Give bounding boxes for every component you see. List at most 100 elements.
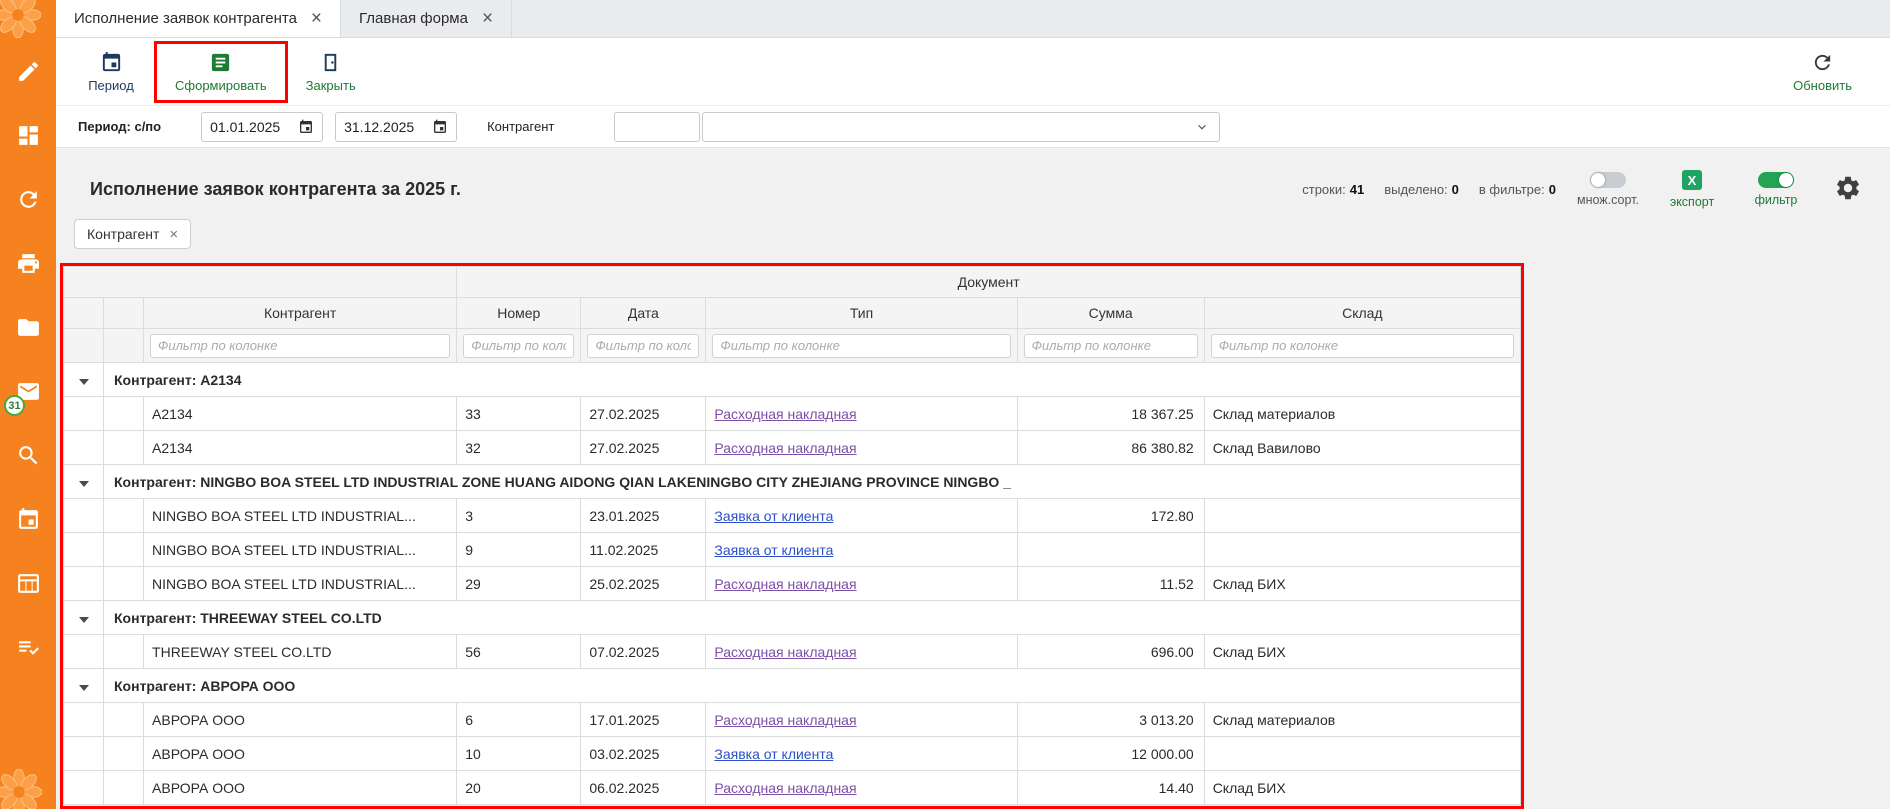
modules-icon[interactable] (11, 118, 45, 152)
table-row[interactable]: А21343327.02.2025Расходная накладная18 3… (64, 397, 1521, 431)
date-to-input[interactable]: 31.12.2025 (335, 112, 457, 142)
close-button-label: Закрыть (306, 78, 356, 93)
row-select-cell (104, 567, 144, 601)
col-header-counterparty[interactable]: Контрагент (144, 298, 457, 329)
calendar-icon[interactable] (298, 119, 314, 135)
gear-icon[interactable] (1834, 174, 1862, 202)
date-cell: 03.02.2025 (581, 737, 706, 771)
warehouse-cell: Склад материалов (1204, 397, 1520, 431)
tasks-icon[interactable] (11, 630, 45, 664)
header-corner-cell (64, 267, 457, 298)
date-from-input[interactable]: 01.01.2025 (201, 112, 323, 142)
counterparty-cell: NINGBO BOA STEEL LTD INDUSTRIAL... (144, 567, 457, 601)
chip-remove-icon[interactable]: × (169, 227, 178, 242)
col-header-sum[interactable]: Сумма (1017, 298, 1204, 329)
date-to-value: 31.12.2025 (344, 119, 414, 135)
group-collapse-toggle[interactable] (64, 669, 104, 703)
sum-cell: 11.52 (1017, 567, 1204, 601)
close-door-icon (319, 51, 342, 74)
doc-type-link[interactable]: Расходная накладная (714, 576, 856, 592)
counterparty-cell: АВРОРА ООО (144, 703, 457, 737)
warehouse-cell: Склад БИХ (1204, 635, 1520, 669)
folder-icon[interactable] (11, 310, 45, 344)
refresh-button[interactable]: Обновить (1785, 47, 1860, 97)
search-icon[interactable] (11, 438, 45, 472)
doc-type-link[interactable]: Расходная накладная (714, 712, 856, 728)
doc-type-link[interactable]: Заявка от клиента (714, 542, 833, 558)
doc-type-link[interactable]: Расходная накладная (714, 440, 856, 456)
table-row[interactable]: NINGBO BOA STEEL LTD INDUSTRIAL...2925.0… (64, 567, 1521, 601)
counterparty-column-filter-input[interactable] (150, 334, 450, 358)
counterparty-code-input[interactable] (614, 112, 700, 142)
tab-main-form[interactable]: Главная форма × (341, 0, 512, 37)
period-button[interactable]: Период (78, 47, 144, 97)
counterparty-filter-chip[interactable]: Контрагент × (74, 219, 191, 249)
rows-count: строки:41 (1302, 182, 1364, 197)
multisort-toggle[interactable]: множ.сорт. (1576, 172, 1640, 207)
table-row[interactable]: NINGBO BOA STEEL LTD INDUSTRIAL...911.02… (64, 533, 1521, 567)
warehouse-cell (1204, 737, 1520, 771)
calendar-icon[interactable] (11, 502, 45, 536)
number-cell: 33 (457, 397, 581, 431)
mail-icon[interactable]: 31 (11, 374, 45, 408)
group-row: Контрагент: NINGBO BOA STEEL LTD INDUSTR… (64, 465, 1521, 499)
doc-group-header: Документ (457, 267, 1521, 298)
header-select-col (104, 298, 144, 329)
date-cell: 11.02.2025 (581, 533, 706, 567)
close-button[interactable]: Закрыть (298, 47, 364, 97)
export-button[interactable]: X экспорт (1660, 170, 1724, 209)
in-filter-count: в фильтре:0 (1479, 182, 1556, 197)
tab-close-icon[interactable]: × (311, 9, 322, 28)
main-area: Исполнение заявок контрагента × Главная … (56, 0, 1890, 809)
col-header-type[interactable]: Тип (706, 298, 1017, 329)
table-row[interactable]: THREEWAY STEEL CO.LTD5607.02.2025Расходн… (64, 635, 1521, 669)
doc-type-link[interactable]: Расходная накладная (714, 644, 856, 660)
counterparty-cell: THREEWAY STEEL CO.LTD (144, 635, 457, 669)
doc-type-link[interactable]: Расходная накладная (714, 780, 856, 796)
excel-icon[interactable]: X (1682, 170, 1702, 190)
table-header-row: Контрагент Номер Дата Тип Сумма Склад (64, 298, 1521, 329)
filter-toggle[interactable]: фильтр (1744, 172, 1808, 207)
sum-cell: 172.80 (1017, 499, 1204, 533)
doc-type-link[interactable]: Расходная накладная (714, 406, 856, 422)
table-filter-row (64, 329, 1521, 363)
warehouse-column-filter-input[interactable] (1211, 334, 1514, 358)
settings-button[interactable] (1834, 174, 1862, 205)
tab-execution-of-requests[interactable]: Исполнение заявок контрагента × (56, 0, 341, 37)
counterparty-combobox[interactable] (702, 112, 1220, 142)
group-collapse-toggle[interactable] (64, 363, 104, 397)
table-icon[interactable] (11, 566, 45, 600)
group-collapse-toggle[interactable] (64, 601, 104, 635)
table-row[interactable]: АВРОРА ООО2006.02.2025Расходная накладна… (64, 771, 1521, 805)
table-row[interactable]: АВРОРА ООО1003.02.2025Заявка от клиента1… (64, 737, 1521, 771)
toggle-off-icon[interactable] (1590, 172, 1626, 188)
chevron-down-icon[interactable] (1195, 120, 1209, 134)
sum-column-filter-input[interactable] (1024, 334, 1198, 358)
col-header-date[interactable]: Дата (581, 298, 706, 329)
number-cell: 9 (457, 533, 581, 567)
generate-button[interactable]: Сформировать (167, 47, 275, 97)
row-expander-cell (64, 635, 104, 669)
doc-type-link[interactable]: Заявка от клиента (714, 508, 833, 524)
period-button-label: Период (88, 78, 134, 93)
col-header-number[interactable]: Номер (457, 298, 581, 329)
table-row[interactable]: NINGBO BOA STEEL LTD INDUSTRIAL...323.01… (64, 499, 1521, 533)
date-column-filter-input[interactable] (587, 334, 699, 358)
group-collapse-toggle[interactable] (64, 465, 104, 499)
number-column-filter-input[interactable] (463, 334, 574, 358)
date-cell: 23.01.2025 (581, 499, 706, 533)
doc-type-cell: Расходная накладная (706, 703, 1017, 737)
type-column-filter-input[interactable] (712, 334, 1010, 358)
toggle-on-icon[interactable] (1758, 172, 1794, 188)
number-cell: 3 (457, 499, 581, 533)
sum-cell: 86 380.82 (1017, 431, 1204, 465)
table-row[interactable]: АВРОРА ООО617.01.2025Расходная накладная… (64, 703, 1521, 737)
tab-close-icon[interactable]: × (482, 9, 493, 28)
doc-type-link[interactable]: Заявка от клиента (714, 746, 833, 762)
print-icon[interactable] (11, 246, 45, 280)
edit-icon[interactable] (11, 54, 45, 88)
col-header-warehouse[interactable]: Склад (1204, 298, 1520, 329)
calendar-icon[interactable] (432, 119, 448, 135)
sync-icon[interactable] (11, 182, 45, 216)
table-row[interactable]: А21343227.02.2025Расходная накладная86 3… (64, 431, 1521, 465)
